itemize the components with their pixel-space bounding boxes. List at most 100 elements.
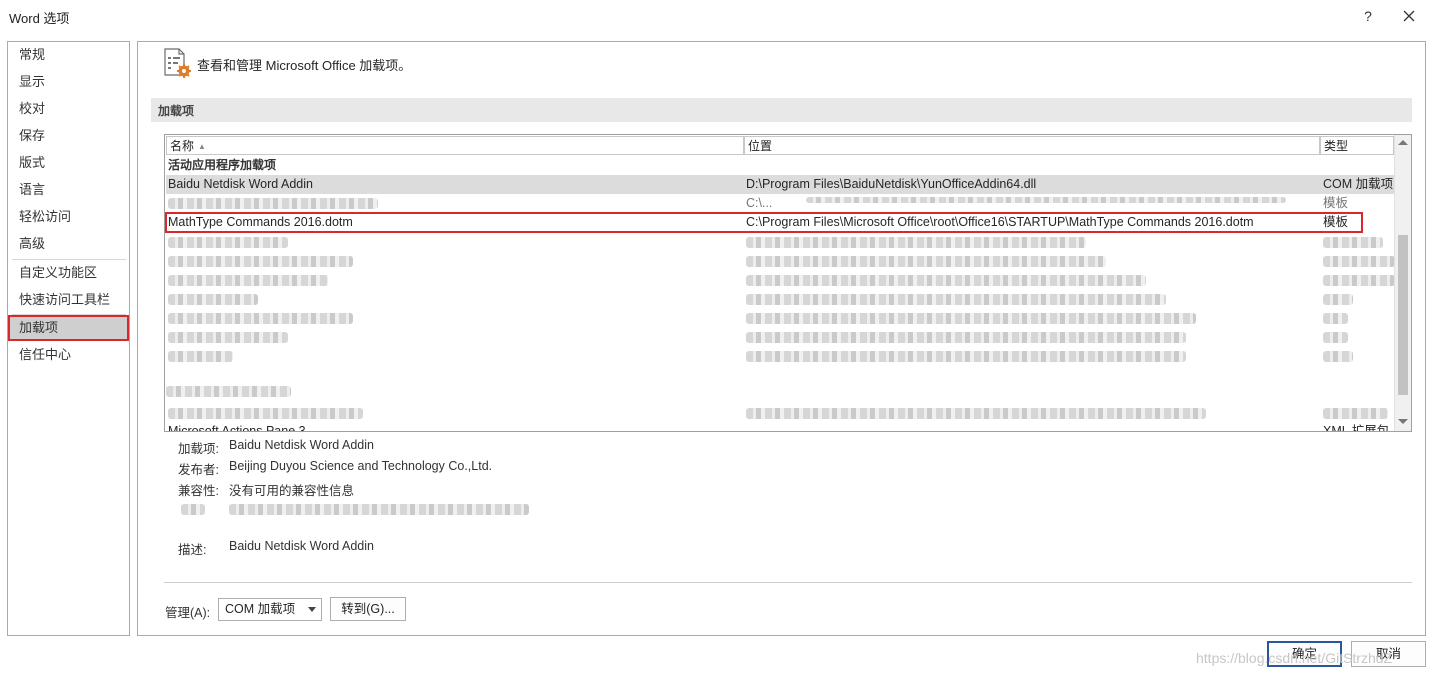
row-name: Microsoft Actions Pane 3: [168, 424, 306, 432]
goto-button[interactable]: 转到(G)...: [330, 597, 406, 621]
sidebar-item-customize-ribbon[interactable]: 自定义功能区: [9, 261, 128, 285]
sidebar-item-addins[interactable]: 加载项: [8, 315, 129, 341]
redacted-text: [1323, 294, 1353, 305]
page-title: 查看和管理 Microsoft Office 加载项。: [197, 58, 412, 73]
redacted-text: [229, 504, 529, 515]
list-scrollbar[interactable]: [1394, 135, 1411, 431]
row-name: Baidu Netdisk Word Addin: [168, 177, 313, 191]
manage-select-value: COM 加载项: [225, 602, 296, 616]
redacted-text: [1323, 237, 1383, 248]
sidebar-item-quick-access-toolbar[interactable]: 快速访问工具栏: [9, 288, 128, 312]
sidebar-item-proofing[interactable]: 校对: [9, 97, 128, 121]
column-header-name[interactable]: 名称 ▲: [166, 136, 744, 155]
detail-desc-value: Baidu Netdisk Word Addin: [229, 539, 374, 553]
column-header-location[interactable]: 位置: [744, 136, 1320, 155]
redacted-text: [1323, 351, 1353, 362]
redacted-text: [1323, 332, 1348, 343]
redacted-text: [168, 198, 378, 209]
table-row-highlighted[interactable]: MathType Commands 2016.dotm C:\Program F…: [165, 212, 1363, 233]
redacted-text: [1323, 408, 1388, 419]
row-location: D:\Program Files\BaiduNetdisk\YunOfficeA…: [746, 177, 1037, 191]
redacted-text: [168, 237, 288, 248]
scroll-thumb[interactable]: [1398, 235, 1408, 395]
table-row[interactable]: C:\... 模板: [166, 194, 1394, 213]
redacted-text: [168, 408, 363, 419]
table-row[interactable]: Baidu Netdisk Word Addin D:\Program File…: [166, 175, 1394, 194]
redacted-text: [181, 504, 205, 515]
redacted-text: [746, 351, 1186, 362]
manage-label: 管理(A):: [165, 606, 211, 620]
detail-desc-label: 描述:: [178, 543, 207, 557]
detail-addin-value: Baidu Netdisk Word Addin: [229, 438, 374, 452]
redacted-text: [746, 256, 1106, 267]
sidebar-item-advanced[interactable]: 高级: [9, 232, 128, 256]
redacted-text: [1323, 275, 1395, 286]
table-row[interactable]: [166, 232, 1394, 251]
sort-ascending-icon: ▲: [198, 142, 206, 151]
row-type: COM 加载项: [1323, 177, 1394, 191]
row-location: C:\...: [746, 196, 773, 210]
detail-addin-label: 加载项:: [178, 442, 219, 456]
addin-gear-icon: [163, 47, 193, 79]
row-location: C:\Program Files\Microsoft Office\root\O…: [746, 215, 1254, 229]
help-button[interactable]: ?: [1356, 4, 1380, 28]
redacted-text: [746, 313, 1196, 324]
redacted-text: [746, 237, 1086, 248]
window-title: Word 选项: [9, 11, 70, 26]
chevron-down-icon: [308, 607, 316, 612]
redacted-text: [168, 294, 258, 305]
redacted-text: [746, 408, 1206, 419]
sidebar-divider: [12, 259, 126, 260]
row-type: 模板: [1323, 215, 1349, 229]
table-row[interactable]: Microsoft Actions Pane 3 XML 扩展包: [166, 422, 1394, 432]
sidebar-item-save[interactable]: 保存: [9, 124, 128, 148]
row-type: 模板: [1323, 196, 1349, 210]
manage-select[interactable]: COM 加载项: [218, 598, 322, 621]
title-bar: Word 选项 ?: [0, 0, 1433, 32]
addins-list[interactable]: 名称 ▲ 位置 类型 活动应用程序加载项 Baidu Netdisk Word A…: [164, 134, 1412, 432]
redacted-text: [746, 332, 1186, 343]
table-row[interactable]: [166, 289, 1394, 308]
redacted-text: [746, 294, 1166, 305]
sidebar-item-trust-center[interactable]: 信任中心: [9, 343, 128, 367]
list-group-header: 活动应用程序加载项: [166, 156, 1394, 175]
divider: [164, 582, 1412, 583]
column-header-type[interactable]: 类型: [1320, 136, 1394, 155]
redacted-text: [168, 351, 233, 362]
column-header-name-label: 名称: [170, 139, 195, 153]
redacted-text: [168, 313, 353, 324]
detail-compat-label: 兼容性:: [178, 484, 219, 498]
table-row[interactable]: [166, 270, 1395, 289]
table-row[interactable]: [166, 403, 1394, 422]
sidebar-item-general[interactable]: 常规: [9, 43, 128, 67]
table-row[interactable]: [166, 308, 1394, 327]
sidebar-item-display[interactable]: 显示: [9, 70, 128, 94]
options-sidebar: 常规 显示 校对 保存 版式 语言 轻松访问 高级 自定义功能区 快速访问工具栏…: [7, 41, 130, 636]
redacted-text: [168, 332, 288, 343]
group-label: 活动应用程序加载项: [168, 158, 277, 172]
watermark: https://blog.csdn.net/GitStrzhdZ: [1196, 650, 1393, 666]
row-name: MathType Commands 2016.dotm: [168, 215, 353, 229]
list-group-header: [166, 381, 1394, 400]
redacted-text: [746, 275, 1146, 286]
sidebar-divider: [12, 314, 126, 315]
sidebar-item-language[interactable]: 语言: [9, 178, 128, 202]
close-icon: [1403, 10, 1415, 22]
redacted-text: [168, 275, 328, 286]
scroll-up-icon[interactable]: [1398, 140, 1408, 145]
table-row[interactable]: [166, 346, 1394, 365]
table-row[interactable]: [166, 327, 1394, 346]
row-type: XML 扩展包: [1323, 424, 1390, 432]
detail-compat-value: 没有可用的兼容性信息: [229, 484, 355, 498]
redacted-text: [168, 256, 353, 267]
sidebar-item-typography[interactable]: 版式: [9, 151, 128, 175]
scroll-down-icon[interactable]: [1398, 419, 1408, 424]
redacted-text: [1323, 256, 1395, 267]
detail-publisher-value: Beijing Duyou Science and Technology Co.…: [229, 459, 493, 473]
redacted-text: [166, 386, 291, 397]
detail-publisher-label: 发布者:: [178, 463, 219, 477]
redacted-text: [806, 197, 1286, 203]
close-button[interactable]: [1396, 4, 1422, 28]
sidebar-item-accessibility[interactable]: 轻松访问: [9, 205, 128, 229]
table-row[interactable]: [166, 251, 1395, 270]
